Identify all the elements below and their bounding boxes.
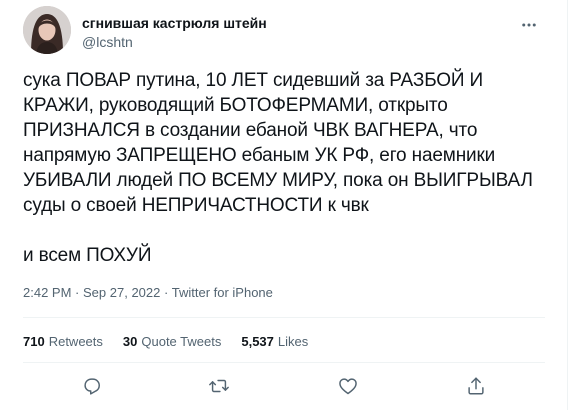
- tweet-text: сука ПОВАР путина, 10 ЛЕТ сидевший за РА…: [23, 70, 533, 266]
- quotes-stat[interactable]: 30 Quote Tweets: [123, 334, 221, 350]
- share-button[interactable]: [462, 372, 490, 400]
- likes-count: 5,537: [241, 334, 274, 349]
- action-bar: [70, 372, 510, 400]
- reply-icon: [84, 378, 100, 395]
- heart-icon: [339, 378, 357, 395]
- retweet-button[interactable]: [205, 372, 233, 400]
- retweets-count: 710: [23, 334, 45, 349]
- retweets-stat[interactable]: 710 Retweets: [23, 334, 103, 350]
- tweet-time[interactable]: 2:42 PM: [23, 285, 71, 300]
- tweet-detail: сгнившая кастрюля штейн @lcshtn сука ПОВ…: [0, 0, 568, 410]
- share-icon: [468, 377, 484, 395]
- avatar-image: [23, 6, 71, 54]
- divider: [23, 317, 545, 318]
- user-handle[interactable]: @lcshtn: [82, 33, 133, 51]
- like-button[interactable]: [334, 372, 362, 400]
- meta-separator: ·: [164, 285, 169, 300]
- tweet-metadata: 2:42 PM · Sep 27, 2022 · Twitter for iPh…: [23, 285, 273, 301]
- retweets-label: Retweets: [48, 334, 103, 349]
- display-name[interactable]: сгнившая кастрюля штейн: [82, 14, 267, 32]
- more-options-button[interactable]: [514, 10, 544, 40]
- tweet-date[interactable]: Sep 27, 2022: [83, 285, 160, 300]
- tweet-source[interactable]: Twitter for iPhone: [172, 285, 273, 300]
- quotes-label: Quote Tweets: [141, 334, 222, 349]
- reply-button[interactable]: [78, 372, 106, 400]
- likes-stat[interactable]: 5,537 Likes: [241, 334, 308, 350]
- more-horizontal-icon: [522, 23, 536, 27]
- avatar[interactable]: [23, 6, 71, 54]
- divider: [23, 362, 545, 363]
- quotes-count: 30: [122, 334, 138, 349]
- meta-separator: ·: [75, 285, 80, 300]
- likes-label: Likes: [277, 334, 309, 349]
- retweet-icon: [209, 379, 229, 393]
- engagement-stats: 710 Retweets 30 Quote Tweets 5,537 Likes: [23, 334, 308, 350]
